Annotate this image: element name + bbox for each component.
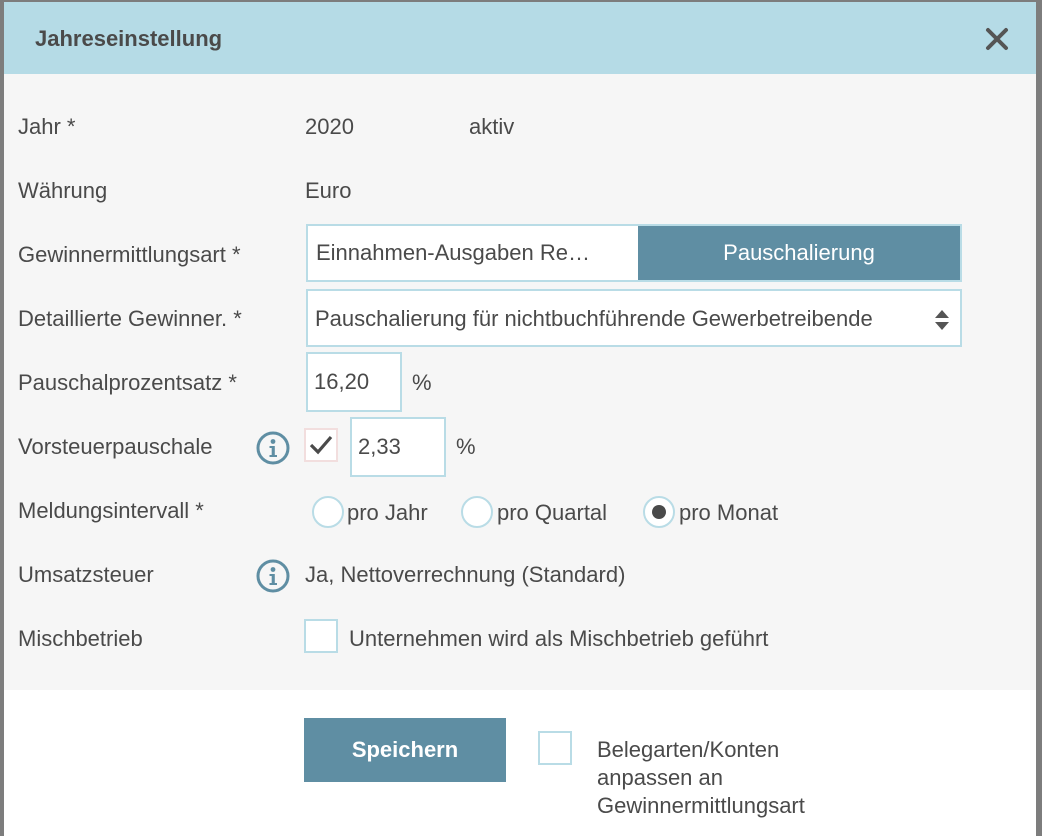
profit-method-option-label: Pauschalierung <box>723 240 875 265</box>
input-tax-unit: % <box>456 434 476 459</box>
profit-method-option-income-expense[interactable]: Einnahmen-Ausgaben Re… <box>308 226 638 280</box>
dialog-footer <box>4 690 1036 836</box>
input-tax-checkbox[interactable] <box>304 428 338 462</box>
mixed-business-checkbox[interactable] <box>304 619 338 653</box>
dialog-title: Jahreseinstellung <box>35 26 223 51</box>
close-button[interactable] <box>984 26 1010 52</box>
radio-label-pro-jahr: pro Jahr <box>347 500 428 525</box>
year-status: aktiv <box>469 114 515 139</box>
select-arrows-icon <box>935 310 949 330</box>
radio-label-pro-quartal: pro Quartal <box>497 500 608 525</box>
currency-value: Euro <box>305 178 352 203</box>
adjust-accounts-checkbox[interactable] <box>538 731 572 765</box>
profit-method-option-label: Einnahmen-Ausgaben Re… <box>316 240 590 265</box>
radio-pro-monat[interactable] <box>643 496 675 528</box>
radio-pro-quartal[interactable] <box>461 496 493 528</box>
detailed-profit-select[interactable]: Pauschalierung für nichtbuchführende Gew… <box>306 289 962 347</box>
dialog-header: Jahreseinstellung <box>4 2 1036 74</box>
save-button[interactable]: Speichern <box>304 718 506 782</box>
radio-selected-dot <box>652 505 666 519</box>
flat-rate-unit: % <box>412 370 432 395</box>
flat-rate-label: Pauschalprozentsatz * <box>18 370 237 395</box>
vat-value: Ja, Nettoverrechnung (Standard) <box>305 562 626 587</box>
profit-method-label: Gewinnermittlungsart * <box>18 242 241 267</box>
vat-label: Umsatzsteuer <box>18 562 154 587</box>
input-tax-input[interactable] <box>350 417 446 477</box>
info-icon[interactable] <box>256 431 290 465</box>
adjust-accounts-label: Belegarten/Konten anpassen an Gewinnermi… <box>597 737 805 818</box>
profit-method-toggle: Einnahmen-Ausgaben Re… Pauschalierung <box>306 224 962 282</box>
currency-label: Währung <box>18 178 108 203</box>
mixed-business-checkbox-label: Unternehmen wird als Mischbetrieb geführ… <box>349 626 769 651</box>
detailed-profit-label: Detaillierte Gewinner. * <box>18 306 242 331</box>
year-value: 2020 <box>305 114 354 139</box>
profit-method-option-flat-rate[interactable]: Pauschalierung <box>638 226 960 280</box>
radio-label-pro-monat: pro Monat <box>679 500 779 525</box>
flat-rate-input[interactable] <box>306 352 402 412</box>
mixed-business-label: Mischbetrieb <box>18 626 143 651</box>
detailed-profit-value: Pauschalierung für nichtbuchführende Gew… <box>315 306 873 331</box>
annual-settings-dialog: Jahreseinstellung Jahr * 2020 aktiv Währ… <box>4 2 1036 836</box>
input-tax-label: Vorsteuerpauschale <box>18 434 213 459</box>
info-icon[interactable] <box>256 559 290 593</box>
checkmark-icon <box>309 435 333 455</box>
radio-pro-jahr[interactable] <box>312 496 344 528</box>
year-label: Jahr * <box>18 114 76 139</box>
close-icon <box>986 28 1008 50</box>
reporting-interval-label: Meldungsintervall * <box>18 498 204 523</box>
